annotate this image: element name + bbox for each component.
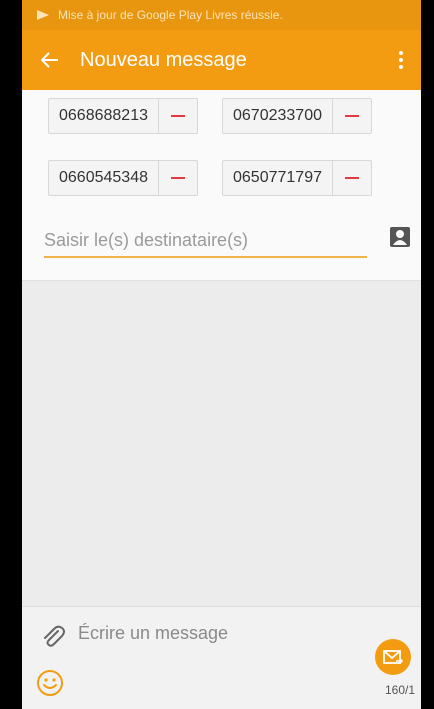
phone-screen: Mise à jour de Google Play Livres réussi… [22, 0, 421, 709]
recipients-area: 0668688213 0670233700 0660545348 0650771… [22, 90, 421, 281]
overflow-menu-button[interactable] [389, 30, 413, 90]
emoji-button[interactable] [36, 669, 64, 697]
recipient-chip[interactable]: 0660545348 [48, 160, 198, 196]
app-bar: Nouveau message [22, 30, 421, 90]
page-title: Nouveau message [80, 48, 247, 71]
remove-icon [344, 115, 359, 117]
composer-bar: 160/1 [22, 606, 421, 709]
recipient-input[interactable] [44, 224, 367, 258]
back-button[interactable] [22, 52, 78, 68]
recipient-number: 0650771797 [233, 169, 322, 186]
play-books-icon [37, 10, 49, 20]
char-counter: 160/1 [384, 683, 415, 697]
status-bar: Mise à jour de Google Play Livres réussi… [22, 0, 421, 30]
remove-icon [170, 115, 185, 117]
emoji-icon [37, 670, 63, 696]
recipient-chip[interactable]: 0650771797 [222, 160, 372, 196]
attach-icon [44, 625, 65, 647]
recipient-number: 0670233700 [233, 107, 322, 124]
message-input[interactable] [78, 619, 318, 647]
contacts-button[interactable] [389, 226, 411, 248]
status-notification: Mise à jour de Google Play Livres réussi… [58, 8, 283, 22]
recipient-number: 0668688213 [59, 107, 148, 124]
back-arrow-icon [41, 52, 58, 68]
remove-icon [344, 177, 359, 179]
recipient-chip[interactable]: 0668688213 [48, 98, 198, 134]
remove-recipient-button[interactable] [157, 99, 197, 133]
overflow-menu-icon [399, 51, 403, 69]
attach-button[interactable] [40, 623, 66, 649]
send-button[interactable] [375, 639, 411, 675]
contact-icon [390, 227, 410, 247]
send-icon [383, 650, 403, 664]
remove-recipient-button[interactable] [157, 161, 197, 195]
remove-recipient-button[interactable] [331, 99, 371, 133]
recipient-number: 0660545348 [59, 169, 148, 186]
recipient-chip[interactable]: 0670233700 [222, 98, 372, 134]
remove-recipient-button[interactable] [331, 161, 371, 195]
remove-icon [170, 177, 185, 179]
